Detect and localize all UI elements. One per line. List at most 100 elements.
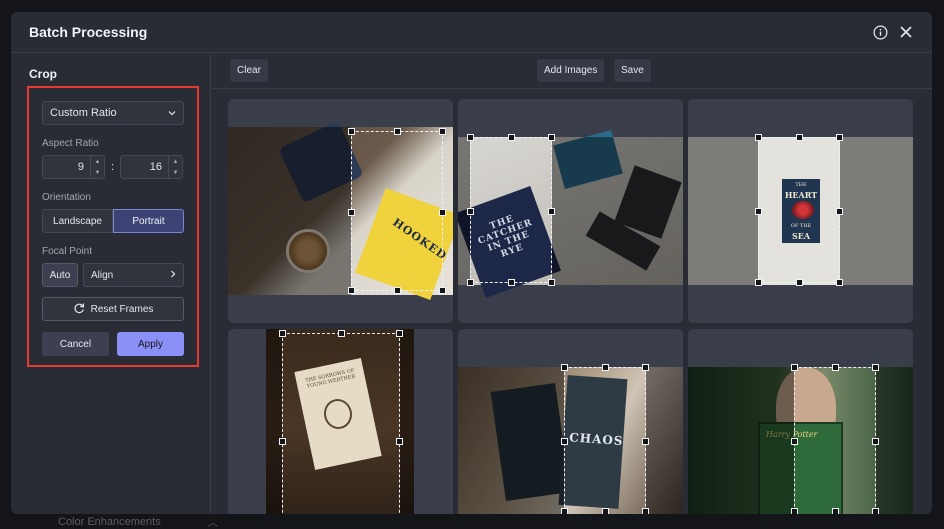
- crop-handle[interactable]: [348, 209, 355, 216]
- crop-handle[interactable]: [642, 364, 649, 371]
- crop-handle[interactable]: [561, 438, 568, 445]
- focal-align-label: Align: [91, 270, 170, 281]
- orientation-toggle: Landscape Portrait: [42, 209, 184, 233]
- crop-handle[interactable]: [508, 134, 515, 141]
- crop-handle[interactable]: [872, 508, 879, 514]
- dialog-title: Batch Processing: [29, 24, 862, 40]
- aspect-ratio-label: Aspect Ratio: [42, 138, 184, 149]
- crop-handle[interactable]: [872, 438, 879, 445]
- crop-handle[interactable]: [548, 134, 555, 141]
- aspect-height-value: 16: [121, 161, 168, 173]
- crop-frame[interactable]: [282, 333, 400, 514]
- focal-auto-button[interactable]: Auto: [42, 263, 78, 287]
- crop-shade-right: [840, 137, 913, 285]
- crop-shade-right: [646, 367, 683, 514]
- ratio-preset-select[interactable]: Custom Ratio: [42, 101, 184, 125]
- crop-settings-panel: Custom Ratio Aspect Ratio 9 ▲▼ : 16 ▲▼ O…: [27, 86, 199, 367]
- dialog-header: Batch Processing: [11, 12, 932, 53]
- save-button[interactable]: Save: [614, 59, 651, 82]
- crop-handle[interactable]: [394, 287, 401, 294]
- crop-handle[interactable]: [791, 364, 798, 371]
- crop-shade-left: [688, 367, 794, 514]
- crop-handle[interactable]: [548, 208, 555, 215]
- crop-handle[interactable]: [348, 128, 355, 135]
- cancel-button[interactable]: Cancel: [42, 332, 109, 356]
- crop-handle[interactable]: [338, 330, 345, 337]
- crop-handle[interactable]: [561, 364, 568, 371]
- crop-handle[interactable]: [396, 438, 403, 445]
- crop-handle[interactable]: [467, 279, 474, 286]
- crop-handle[interactable]: [836, 134, 843, 141]
- crop-handle[interactable]: [561, 508, 568, 514]
- image-workspace: Clear Add Images Save HOOKED: [212, 54, 932, 514]
- crop-frame[interactable]: [758, 137, 840, 283]
- crop-shade-left: [458, 367, 564, 514]
- orientation-label: Orientation: [42, 192, 184, 203]
- image-card[interactable]: THE CATCHER IN THE RYE: [458, 99, 683, 323]
- crop-handle[interactable]: [467, 208, 474, 215]
- crop-handle[interactable]: [642, 508, 649, 514]
- crop-handle[interactable]: [467, 134, 474, 141]
- crop-frame[interactable]: [564, 367, 646, 514]
- image-card[interactable]: THE HEART OF THE SEA: [688, 99, 913, 323]
- crop-actions: Cancel Apply: [42, 332, 184, 356]
- crop-handle[interactable]: [791, 508, 798, 514]
- batch-processing-dialog: Batch Processing Crop Custom Ratio Aspec…: [11, 12, 932, 514]
- chevron-right-icon: [170, 270, 176, 281]
- aspect-width-stepper[interactable]: 9 ▲▼: [42, 155, 105, 179]
- crop-handle[interactable]: [832, 364, 839, 371]
- close-icon[interactable]: [898, 24, 914, 40]
- crop-frame[interactable]: [351, 131, 443, 291]
- crop-handle[interactable]: [508, 279, 515, 286]
- clear-button[interactable]: Clear: [230, 59, 268, 82]
- crop-handle[interactable]: [872, 364, 879, 371]
- crop-handle[interactable]: [279, 438, 286, 445]
- increment-icon[interactable]: ▲: [169, 156, 182, 167]
- reset-frames-label: Reset Frames: [91, 304, 154, 315]
- crop-handle[interactable]: [348, 287, 355, 294]
- crop-handle[interactable]: [755, 208, 762, 215]
- orientation-landscape[interactable]: Landscape: [42, 209, 113, 233]
- orientation-portrait[interactable]: Portrait: [113, 209, 184, 233]
- crop-sidebar: Crop Custom Ratio Aspect Ratio 9 ▲▼ : 16…: [11, 54, 211, 514]
- crop-frame[interactable]: [794, 367, 876, 514]
- aspect-height-stepper[interactable]: 16 ▲▼: [120, 155, 183, 179]
- crop-handle[interactable]: [755, 134, 762, 141]
- crop-handle[interactable]: [439, 209, 446, 216]
- image-card[interactable]: Harry Potter: [688, 329, 913, 514]
- crop-handle[interactable]: [394, 128, 401, 135]
- aspect-ratio-inputs: 9 ▲▼ : 16 ▲▼: [42, 155, 184, 179]
- add-images-button[interactable]: Add Images: [537, 59, 604, 82]
- crop-frame[interactable]: [470, 137, 552, 283]
- crop-shade-left: [228, 127, 351, 295]
- crop-handle[interactable]: [836, 208, 843, 215]
- crop-handle[interactable]: [796, 279, 803, 286]
- crop-handle[interactable]: [602, 508, 609, 514]
- decrement-icon[interactable]: ▼: [169, 167, 182, 178]
- crop-handle[interactable]: [791, 438, 798, 445]
- aspect-separator: :: [105, 161, 120, 173]
- increment-icon[interactable]: ▲: [91, 156, 104, 167]
- apply-button[interactable]: Apply: [117, 332, 184, 356]
- crop-handle[interactable]: [439, 128, 446, 135]
- crop-handle[interactable]: [796, 134, 803, 141]
- decrement-icon[interactable]: ▼: [91, 167, 104, 178]
- crop-handle[interactable]: [642, 438, 649, 445]
- crop-handle[interactable]: [396, 330, 403, 337]
- image-card[interactable]: HOOKED: [228, 99, 453, 323]
- crop-handle[interactable]: [279, 330, 286, 337]
- crop-handle[interactable]: [832, 508, 839, 514]
- crop-handle[interactable]: [602, 364, 609, 371]
- image-card[interactable]: CHAOS: [458, 329, 683, 514]
- crop-handle[interactable]: [755, 279, 762, 286]
- crop-handle[interactable]: [439, 287, 446, 294]
- reset-frames-button[interactable]: Reset Frames: [42, 297, 184, 321]
- info-icon[interactable]: [872, 24, 888, 40]
- focal-align-select[interactable]: Align: [83, 263, 184, 287]
- image-card[interactable]: THE SORROWS OF YOUNG WERTHER: [228, 329, 453, 514]
- crop-shade-right: [400, 329, 414, 514]
- ratio-preset-value: Custom Ratio: [50, 107, 168, 119]
- crop-handle[interactable]: [836, 279, 843, 286]
- refresh-icon: [73, 302, 85, 317]
- crop-handle[interactable]: [548, 279, 555, 286]
